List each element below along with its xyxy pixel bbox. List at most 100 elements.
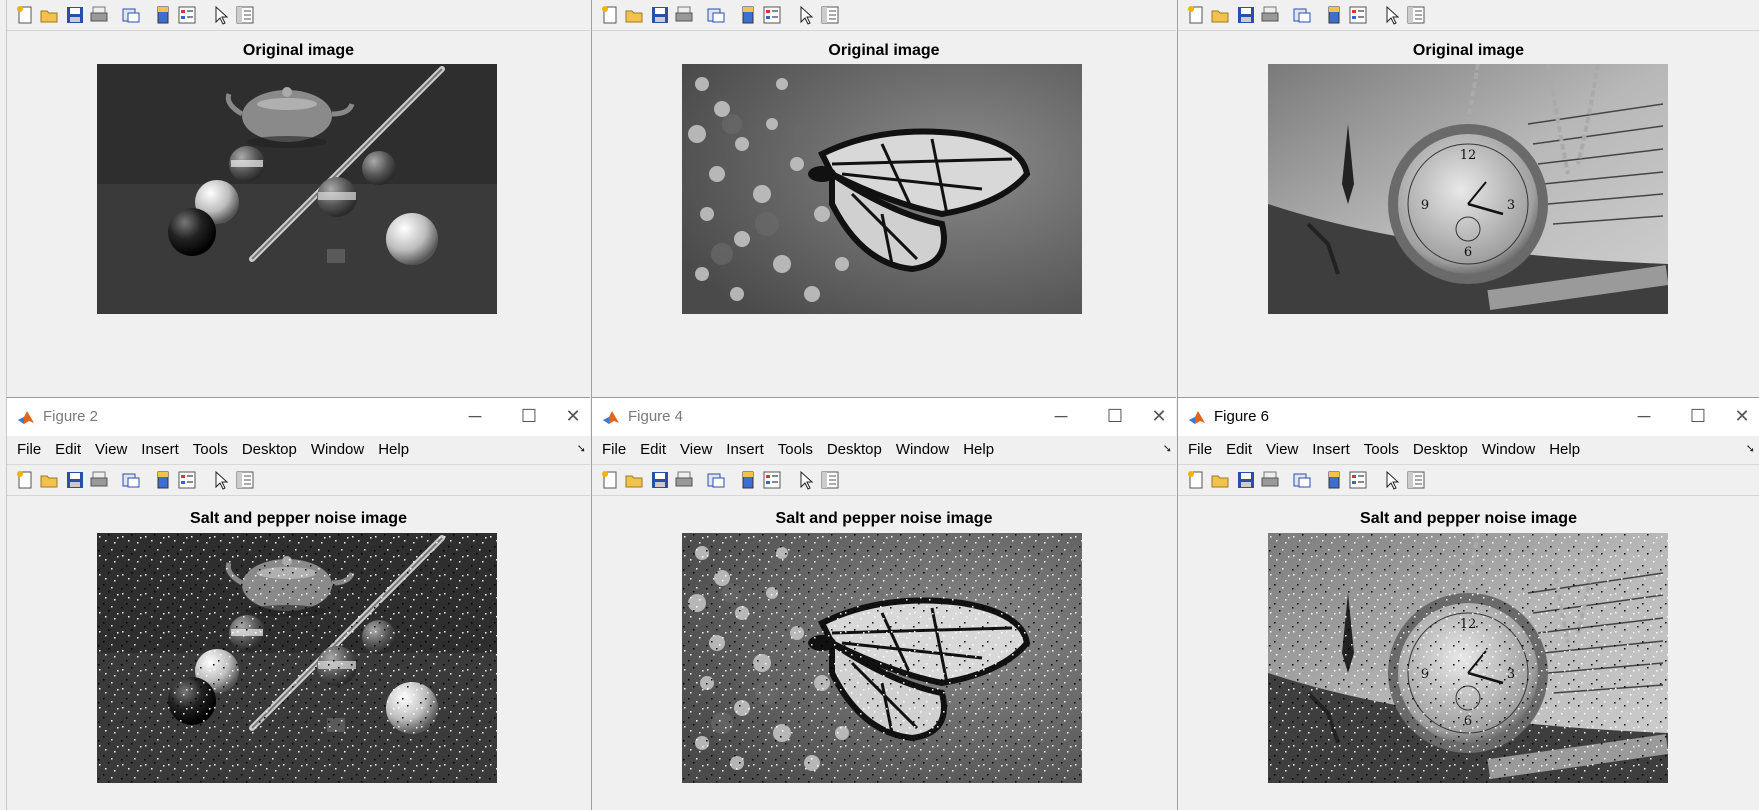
menu-desktop[interactable]: Desktop (1413, 441, 1468, 458)
minimize-button[interactable]: ─ (460, 402, 490, 430)
menu-file[interactable]: File (1188, 441, 1212, 458)
edit-plot-arrow-icon[interactable] (796, 5, 816, 25)
insert-colorbar-icon[interactable] (738, 5, 758, 25)
save-icon[interactable] (65, 5, 85, 25)
insert-colorbar-icon[interactable] (1324, 5, 1344, 25)
dock-arrow-icon[interactable]: ➘ (1163, 442, 1172, 455)
maximize-button[interactable]: ☐ (514, 402, 544, 430)
minimize-button[interactable]: ─ (1629, 402, 1659, 430)
close-button[interactable]: ✕ (558, 402, 588, 430)
save-icon[interactable] (65, 470, 85, 490)
maximize-button[interactable]: ☐ (1100, 402, 1130, 430)
insert-colorbar-icon[interactable] (1324, 470, 1344, 490)
close-button[interactable]: ✕ (1727, 402, 1757, 430)
print-icon[interactable] (674, 5, 694, 25)
menu-desktop[interactable]: Desktop (827, 441, 882, 458)
property-inspector-icon[interactable] (235, 470, 255, 490)
property-inspector-icon[interactable] (1406, 470, 1426, 490)
new-figure-icon[interactable] (1186, 5, 1206, 25)
property-inspector-icon[interactable] (820, 470, 840, 490)
link-plot-icon[interactable] (706, 5, 726, 25)
window-titlebar[interactable]: Figure 2 ─ ☐ ✕ (7, 398, 590, 436)
menu-tools[interactable]: Tools (1364, 441, 1399, 458)
new-figure-icon[interactable] (600, 5, 620, 25)
open-file-icon[interactable] (624, 5, 644, 25)
property-inspector-icon[interactable] (820, 5, 840, 25)
menu-window[interactable]: Window (1482, 441, 1535, 458)
open-file-icon[interactable] (624, 470, 644, 490)
print-icon[interactable] (89, 470, 109, 490)
dock-arrow-icon[interactable]: ➘ (1746, 442, 1755, 455)
figure-window-6[interactable]: Figure 6 ─ ☐ ✕ File Edit View Insert Tools De… (1177, 397, 1759, 810)
edit-plot-arrow-icon[interactable] (1382, 5, 1402, 25)
menu-file[interactable]: File (602, 441, 626, 458)
figure-window-2[interactable]: Figure 2 ─ ☐ ✕ File Edit View Insert Tools De… (6, 397, 590, 810)
menu-help[interactable]: Help (963, 441, 994, 458)
menu-desktop[interactable]: Desktop (242, 441, 297, 458)
window-titlebar[interactable]: Figure 4 ─ ☐ ✕ (592, 398, 1176, 436)
axes-title: Original image (828, 42, 940, 59)
noisy-image-billiards (97, 533, 497, 783)
insert-legend-icon[interactable] (177, 470, 197, 490)
insert-legend-icon[interactable] (762, 470, 782, 490)
print-icon[interactable] (1260, 470, 1280, 490)
link-plot-icon[interactable] (706, 470, 726, 490)
figure-window-4[interactable]: Figure 4 ─ ☐ ✕ File Edit View Insert Tools De… (591, 397, 1176, 810)
insert-legend-icon[interactable] (177, 5, 197, 25)
dock-arrow-icon[interactable]: ➘ (577, 442, 586, 455)
menu-help[interactable]: Help (1549, 441, 1580, 458)
edit-plot-arrow-icon[interactable] (796, 470, 816, 490)
menu-insert[interactable]: Insert (1312, 441, 1350, 458)
menu-help[interactable]: Help (378, 441, 409, 458)
insert-legend-icon[interactable] (762, 5, 782, 25)
property-inspector-icon[interactable] (1406, 5, 1426, 25)
open-file-icon[interactable] (39, 5, 59, 25)
open-file-icon[interactable] (1210, 5, 1230, 25)
print-icon[interactable] (89, 5, 109, 25)
menu-tools[interactable]: Tools (193, 441, 228, 458)
print-icon[interactable] (674, 470, 694, 490)
save-icon[interactable] (650, 470, 670, 490)
link-plot-icon[interactable] (121, 5, 141, 25)
menu-insert[interactable]: Insert (726, 441, 764, 458)
minimize-button[interactable]: ─ (1046, 402, 1076, 430)
menu-view[interactable]: View (95, 441, 127, 458)
menu-file[interactable]: File (17, 441, 41, 458)
edit-plot-arrow-icon[interactable] (211, 5, 231, 25)
insert-legend-icon[interactable] (1348, 5, 1368, 25)
save-icon[interactable] (1236, 470, 1256, 490)
menu-edit[interactable]: Edit (55, 441, 81, 458)
menu-edit[interactable]: Edit (1226, 441, 1252, 458)
menu-edit[interactable]: Edit (640, 441, 666, 458)
link-plot-icon[interactable] (121, 470, 141, 490)
window-title: Figure 4 (628, 408, 684, 425)
menu-window[interactable]: Window (896, 441, 949, 458)
property-inspector-icon[interactable] (235, 5, 255, 25)
link-plot-icon[interactable] (1292, 5, 1312, 25)
noisy-image-watch (1268, 533, 1668, 783)
link-plot-icon[interactable] (1292, 470, 1312, 490)
window-titlebar[interactable]: Figure 6 ─ ☐ ✕ (1178, 398, 1759, 436)
open-file-icon[interactable] (1210, 470, 1230, 490)
edit-plot-arrow-icon[interactable] (1382, 470, 1402, 490)
menu-window[interactable]: Window (311, 441, 364, 458)
close-button[interactable]: ✕ (1144, 402, 1174, 430)
new-figure-icon[interactable] (15, 5, 35, 25)
insert-colorbar-icon[interactable] (738, 470, 758, 490)
menu-view[interactable]: View (680, 441, 712, 458)
menu-insert[interactable]: Insert (141, 441, 179, 458)
open-file-icon[interactable] (39, 470, 59, 490)
new-figure-icon[interactable] (600, 470, 620, 490)
menu-view[interactable]: View (1266, 441, 1298, 458)
insert-colorbar-icon[interactable] (153, 470, 173, 490)
print-icon[interactable] (1260, 5, 1280, 25)
maximize-button[interactable]: ☐ (1683, 402, 1713, 430)
new-figure-icon[interactable] (1186, 470, 1206, 490)
edit-plot-arrow-icon[interactable] (211, 470, 231, 490)
menu-tools[interactable]: Tools (778, 441, 813, 458)
new-figure-icon[interactable] (15, 470, 35, 490)
save-icon[interactable] (1236, 5, 1256, 25)
save-icon[interactable] (650, 5, 670, 25)
insert-legend-icon[interactable] (1348, 470, 1368, 490)
insert-colorbar-icon[interactable] (153, 5, 173, 25)
